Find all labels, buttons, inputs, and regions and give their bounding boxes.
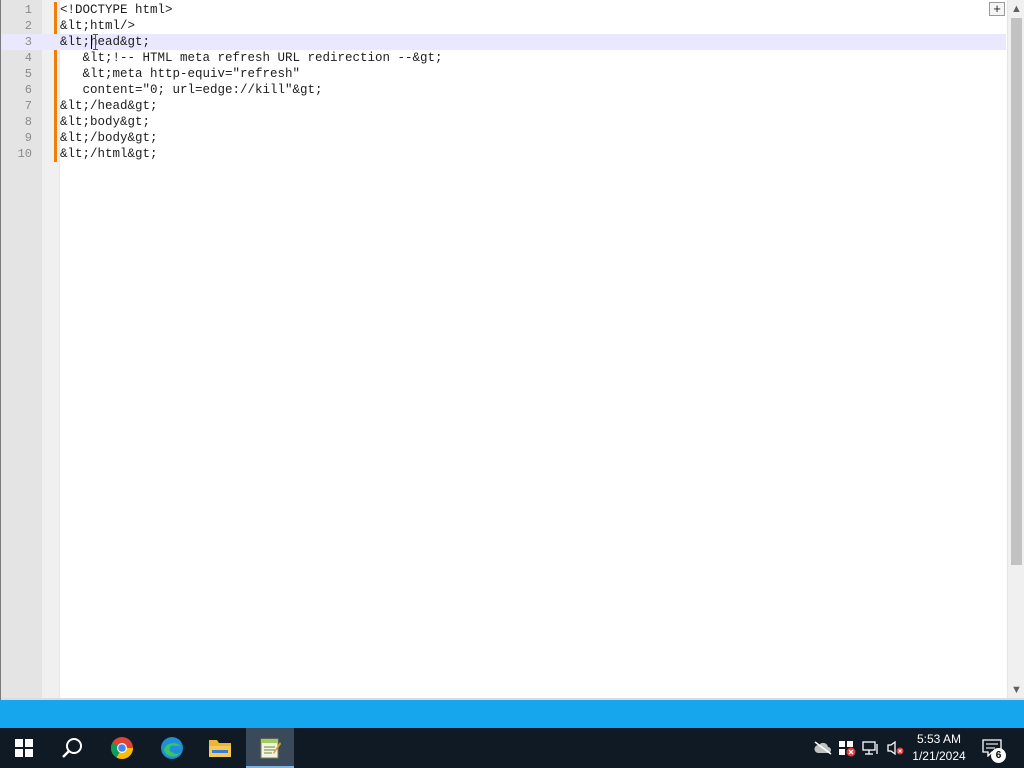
- scroll-up-button[interactable]: ▲: [1008, 0, 1024, 17]
- line-number: 10: [17, 147, 32, 161]
- folder-icon: [209, 740, 231, 757]
- editor-area[interactable]: 1 <!DOCTYPE html> 2 &lt;html/> 3 &lt;head&gt;…: [0, 0, 1024, 700]
- line-text[interactable]: <!DOCTYPE html>: [60, 2, 173, 18]
- scroll-down-button[interactable]: ▼: [1008, 681, 1024, 698]
- cloud-offline-icon: [814, 741, 832, 755]
- ibeam-cursor-icon: [93, 34, 98, 50]
- onedrive-tray-icon[interactable]: [812, 728, 834, 768]
- code-line[interactable]: 6 content="0; url=edge://kill"&gt;: [1, 82, 1006, 98]
- code-line[interactable]: 9 &lt;/body&gt;: [1, 130, 1006, 146]
- status-strip: [0, 700, 1024, 728]
- edge-taskbar-button[interactable]: [148, 728, 196, 768]
- clock-time: 5:53 AM: [916, 732, 962, 746]
- line-text[interactable]: &lt;head&gt;: [60, 34, 150, 50]
- notification-count-badge: 6: [991, 748, 1006, 763]
- start-button[interactable]: [0, 728, 48, 768]
- line-number: 5: [24, 67, 32, 81]
- line-number: 7: [24, 99, 32, 113]
- line-number: 8: [24, 115, 32, 129]
- windows-logo-icon: [15, 739, 33, 757]
- clock-date: 1/21/2024: [912, 749, 966, 763]
- line-text[interactable]: &lt;!-- HTML meta refresh URL redirectio…: [60, 50, 443, 66]
- line-number: 9: [24, 131, 32, 145]
- line-text[interactable]: content="0; url=edge://kill"&gt;: [60, 82, 323, 98]
- speaker-muted-icon: [887, 740, 904, 756]
- line-text[interactable]: &lt;/head&gt;: [60, 98, 158, 114]
- code-line[interactable]: 5 &lt;meta http-equiv="refresh": [1, 66, 1006, 82]
- code-line[interactable]: 3 &lt;head&gt;: [1, 34, 1006, 50]
- security-tray-icon[interactable]: [836, 728, 858, 768]
- line-text[interactable]: &lt;html/>: [60, 18, 135, 34]
- new-tab-button[interactable]: +: [989, 2, 1005, 16]
- code-line[interactable]: 4 &lt;!-- HTML meta refresh URL redirect…: [1, 50, 1006, 66]
- code-lines[interactable]: 1 <!DOCTYPE html> 2 &lt;html/> 3 &lt;head&gt;…: [1, 2, 1006, 162]
- shield-alert-icon: [839, 741, 856, 757]
- code-line[interactable]: 7 &lt;/head&gt;: [1, 98, 1006, 114]
- code-line[interactable]: 1 <!DOCTYPE html>: [1, 2, 1006, 18]
- taskbar: 5:53 AM 1/21/2024 6: [0, 728, 1024, 768]
- code-line[interactable]: 2 &lt;html/>: [1, 18, 1006, 34]
- code-line[interactable]: 10 &lt;/html&gt;: [1, 146, 1006, 162]
- line-number: 6: [24, 83, 32, 97]
- line-number: 3: [24, 35, 32, 49]
- notepad-plus-plus-taskbar-button[interactable]: [246, 728, 294, 768]
- line-text[interactable]: &lt;body&gt;: [60, 114, 150, 130]
- edge-icon: [161, 737, 183, 759]
- line-text[interactable]: &lt;/body&gt;: [60, 130, 158, 146]
- line-number: 4: [24, 51, 32, 65]
- network-tray-icon[interactable]: [860, 728, 882, 768]
- line-number: 1: [24, 3, 32, 17]
- network-icon: [862, 741, 878, 755]
- code-line[interactable]: 8 &lt;body&gt;: [1, 114, 1006, 130]
- volume-tray-icon[interactable]: [884, 728, 906, 768]
- search-button[interactable]: [48, 728, 96, 768]
- chrome-taskbar-button[interactable]: [98, 728, 146, 768]
- notepad-plus-plus-icon: [260, 738, 281, 759]
- line-number: 2: [24, 19, 32, 33]
- text-caret: [91, 35, 92, 49]
- line-text[interactable]: &lt;/html&gt;: [60, 146, 158, 162]
- vertical-scrollbar[interactable]: ▲ ▼: [1007, 0, 1024, 698]
- file-explorer-taskbar-button[interactable]: [196, 728, 244, 768]
- chrome-icon: [111, 737, 133, 759]
- clock[interactable]: 5:53 AM 1/21/2024: [904, 728, 974, 768]
- line-text[interactable]: &lt;meta http-equiv="refresh": [60, 66, 301, 82]
- scroll-thumb[interactable]: [1011, 18, 1022, 565]
- search-icon: [62, 738, 82, 758]
